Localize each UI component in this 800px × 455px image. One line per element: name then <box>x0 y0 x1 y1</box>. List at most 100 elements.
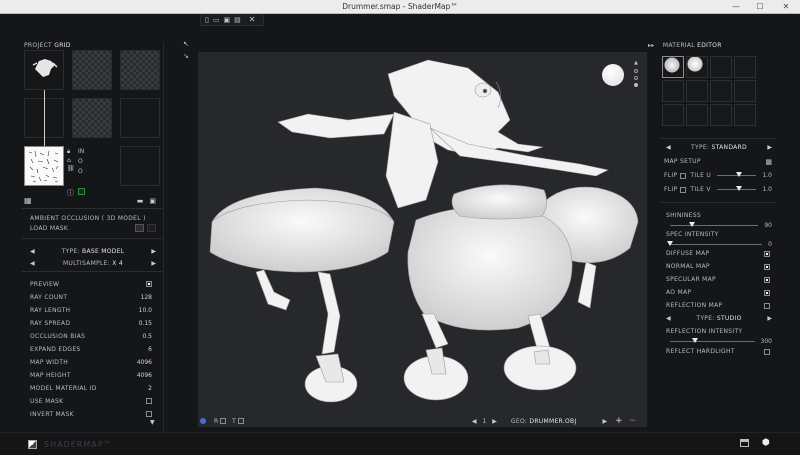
property-checkbox[interactable] <box>146 281 152 287</box>
prev-arrow-icon[interactable]: ◀ <box>30 248 35 255</box>
new-file-icon[interactable]: ▯ <box>205 16 209 24</box>
property-value[interactable]: 4096 <box>136 372 152 379</box>
expand-icon[interactable]: ▸▸ <box>648 42 655 49</box>
next-arrow-icon[interactable]: ▶ <box>767 315 772 322</box>
map-toggle-checkbox[interactable] <box>764 276 770 283</box>
type-selector[interactable]: ◀ TYPE: BASE MODEL ▶ <box>30 245 166 257</box>
save-icon[interactable]: ▣ <box>223 16 230 24</box>
maximize-button[interactable]: ☐ <box>748 0 772 14</box>
divider <box>22 238 162 239</box>
material-slot[interactable] <box>734 104 756 126</box>
map-slot[interactable] <box>120 146 160 186</box>
scroll-up-icon[interactable]: ▲ <box>634 60 638 66</box>
rotate-tool-icon[interactable]: ↘ <box>183 52 189 60</box>
add-geo-icon[interactable]: + <box>615 416 623 426</box>
material-slot[interactable] <box>662 104 684 126</box>
property-label: PREVIEW <box>30 280 60 288</box>
map-toggle-checkbox[interactable] <box>764 263 770 270</box>
material-slot[interactable] <box>686 80 708 102</box>
light-preview-sphere[interactable] <box>602 64 624 86</box>
3d-viewport[interactable]: ▲ <box>198 52 647 427</box>
prev-arrow-icon[interactable]: ◀ <box>666 315 671 322</box>
close-button[interactable]: ✕ <box>772 0 800 14</box>
light-option-3[interactable] <box>634 83 638 87</box>
globe-icon[interactable] <box>200 418 206 424</box>
folder-icon[interactable]: ▬ <box>137 197 144 205</box>
property-value[interactable]: 0.15 <box>136 320 152 327</box>
source-thumbnail[interactable] <box>24 50 64 90</box>
reflect-hardlight-checkbox[interactable] <box>764 348 770 355</box>
shininess-slider-knob[interactable] <box>689 222 696 227</box>
flip-u-checkbox[interactable] <box>680 172 687 179</box>
open-folder-icon[interactable]: ▭ <box>213 16 220 24</box>
save-map-icon[interactable]: ▣ <box>149 197 156 205</box>
grid-view-icon[interactable]: ▦ <box>24 196 32 205</box>
property-value[interactable]: 128 <box>136 294 152 301</box>
material-type-selector[interactable]: ◀ TYPE: STANDARD ▶ <box>666 144 772 151</box>
material-slot-active[interactable] <box>662 56 684 78</box>
map-setup-row: MAP SETUP ▦ <box>664 158 772 166</box>
clear-mask-button[interactable] <box>147 224 156 232</box>
reflection-intensity-slider-knob[interactable] <box>692 338 699 343</box>
map-toggle-checkbox[interactable] <box>764 289 770 296</box>
prev-arrow-icon[interactable]: ◀ <box>666 144 671 151</box>
property-value[interactable]: 10.0 <box>136 307 152 314</box>
multisample-selector[interactable]: ◀ MULTISAMPLE: X 4 ▶ <box>30 257 166 269</box>
tile-u-slider-knob[interactable] <box>735 172 742 177</box>
map-slot[interactable] <box>120 98 160 138</box>
material-slot[interactable] <box>734 56 756 78</box>
tile-v-slider-knob[interactable] <box>735 186 742 191</box>
material-slot[interactable] <box>710 56 732 78</box>
tile-u-slider[interactable] <box>717 172 757 177</box>
material-slot[interactable] <box>710 104 732 126</box>
cube-icon[interactable]: ⬢ <box>762 438 770 448</box>
flip-v-checkbox[interactable] <box>680 186 687 193</box>
material-slot[interactable] <box>686 56 708 78</box>
material-slot[interactable] <box>662 80 684 102</box>
calendar-icon[interactable]: ▦ <box>765 158 772 166</box>
viewport-side-controls: ▲ <box>634 60 638 87</box>
load-mask-button[interactable] <box>135 224 144 232</box>
divider <box>22 208 162 209</box>
save-as-icon[interactable]: ▤ <box>234 16 241 24</box>
property-value[interactable]: 4096 <box>136 359 152 366</box>
spec-intensity-slider[interactable] <box>667 241 763 246</box>
prev-geo-icon[interactable]: ◀ <box>472 418 477 425</box>
map-slot[interactable] <box>72 50 112 90</box>
tools-icon[interactable]: ✕ <box>249 15 256 24</box>
material-slot[interactable] <box>686 104 708 126</box>
prev-arrow-icon[interactable]: ◀ <box>30 260 35 267</box>
r-checkbox[interactable] <box>220 418 227 424</box>
next-arrow-icon[interactable]: ▶ <box>767 144 772 151</box>
move-tool-icon[interactable]: ↖ <box>183 40 189 48</box>
layout-icon[interactable] <box>740 439 749 447</box>
t-checkbox[interactable] <box>237 418 244 424</box>
material-slot[interactable] <box>734 80 756 102</box>
map-slot[interactable] <box>72 98 112 138</box>
light-option-1[interactable] <box>634 69 638 73</box>
map-slot[interactable] <box>120 50 160 90</box>
next-arrow-icon[interactable]: ▶ <box>151 260 156 267</box>
map-toggle-checkbox[interactable] <box>764 302 770 309</box>
reflection-type-selector[interactable]: ◀ TYPE: STUDIO ▶ <box>666 315 772 322</box>
shininess-slider[interactable] <box>670 222 759 227</box>
project-name: GRID <box>54 42 71 49</box>
geo-arrow-icon[interactable]: ▶ <box>603 418 608 425</box>
property-checkbox[interactable] <box>146 398 152 404</box>
tile-v-slider[interactable] <box>716 186 757 191</box>
spec-intensity-slider-knob[interactable] <box>667 241 673 246</box>
property-value[interactable]: 2 <box>136 385 152 392</box>
property-value[interactable]: 0.5 <box>136 333 152 340</box>
ao-map-thumbnail[interactable] <box>24 146 64 186</box>
minimize-button[interactable]: — <box>724 0 748 14</box>
scroll-down-icon[interactable]: ▼ <box>150 419 155 426</box>
property-value[interactable]: 6 <box>136 346 152 353</box>
next-geo-icon[interactable]: ▶ <box>492 418 497 425</box>
property-checkbox[interactable] <box>146 411 152 417</box>
light-option-2[interactable] <box>634 76 638 80</box>
map-toggle-checkbox[interactable] <box>764 250 770 257</box>
reflection-intensity-slider[interactable] <box>670 338 755 343</box>
material-slot[interactable] <box>710 80 732 102</box>
remove-geo-icon[interactable]: − <box>629 416 637 426</box>
next-arrow-icon[interactable]: ▶ <box>151 248 156 255</box>
